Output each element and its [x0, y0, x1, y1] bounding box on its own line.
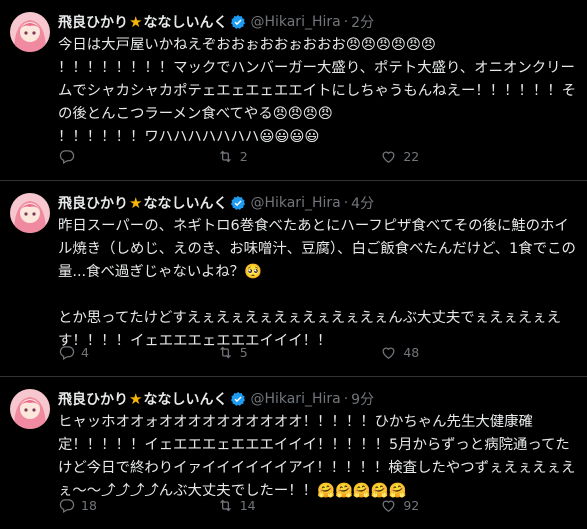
display-name-suffix[interactable]: ななしいんく — [143, 389, 227, 409]
tweet-header: 飛良ひかり ★ ななしいんく @Hikari_Hira · 2分 — [58, 12, 577, 32]
retweet-button[interactable]: 5 — [217, 344, 381, 361]
separator-dot: · — [343, 195, 349, 211]
like-count: 48 — [403, 345, 420, 360]
tweet-header: 飛良ひかり ★ ななしいんく @Hikari_Hira · 9分 — [58, 389, 577, 409]
like-button[interactable]: 22 — [380, 148, 547, 165]
tweet-actions: 18 14 92 — [58, 497, 547, 514]
tweet-actions: 4 5 48 — [58, 344, 547, 361]
user-handle[interactable]: @Hikari_Hira — [250, 391, 340, 407]
reply-icon — [59, 346, 75, 361]
display-name[interactable]: 飛良ひかり — [58, 12, 128, 32]
retweet-count: 5 — [239, 345, 248, 360]
timestamp[interactable]: 2分 — [351, 12, 374, 32]
reply-icon — [59, 150, 75, 165]
retweet-count: 2 — [239, 149, 248, 164]
display-name-suffix[interactable]: ななしいんく — [143, 12, 227, 32]
avatar[interactable] — [10, 389, 50, 429]
display-name[interactable]: 飛良ひかり — [58, 389, 128, 409]
verified-badge-icon — [230, 14, 246, 30]
reply-button[interactable] — [58, 148, 217, 165]
tweet[interactable]: 飛良ひかり ★ ななしいんく @Hikari_Hira · 9分 ヒャッホオオォ… — [0, 377, 587, 529]
heart-icon — [382, 347, 395, 359]
like-count: 22 — [403, 149, 420, 164]
display-name-suffix[interactable]: ななしいんく — [143, 193, 227, 213]
star-icon: ★ — [129, 194, 143, 212]
tweet-text: 昨日スーパーの、ネギトロ6巻食べたあとにハーフピザ食べてその後に鮭のホイル焼き（… — [58, 218, 576, 349]
like-button[interactable]: 48 — [380, 344, 547, 361]
display-name[interactable]: 飛良ひかり — [58, 193, 128, 213]
retweet-icon — [219, 150, 231, 163]
tweet[interactable]: 飛良ひかり ★ ななしいんく @Hikari_Hira · 4分 昨日スーパーの… — [0, 181, 587, 377]
timestamp[interactable]: 9分 — [351, 389, 374, 409]
tweet-actions: 2 22 — [58, 148, 547, 165]
star-icon: ★ — [129, 13, 143, 31]
reply-button[interactable]: 18 — [58, 497, 217, 514]
retweet-count: 14 — [239, 498, 256, 513]
user-handle[interactable]: @Hikari_Hira — [250, 14, 340, 30]
heart-icon — [382, 500, 395, 512]
reply-icon — [59, 499, 75, 514]
heart-icon — [382, 151, 395, 163]
separator-dot: · — [343, 391, 349, 407]
reply-button[interactable]: 4 — [58, 344, 217, 361]
reply-count: 4 — [81, 345, 89, 360]
timestamp[interactable]: 4分 — [351, 193, 374, 213]
verified-badge-icon — [230, 195, 246, 211]
star-icon: ★ — [129, 390, 143, 408]
avatar[interactable] — [10, 12, 50, 52]
tweet-text: 今日は大戸屋いかねえぞおおぉおおぉおおお😠😠😠😠😠😠 ！！！！！！！！マックでハ… — [58, 37, 577, 145]
like-button[interactable]: 92 — [380, 497, 547, 514]
like-count: 92 — [403, 498, 420, 513]
tweet-text: ヒャッホオオォオオオオオオオオオオ！！！！！ひかちゃん先生大健康確定！！！！！イ… — [58, 414, 576, 499]
tweet-header: 飛良ひかり ★ ななしいんく @Hikari_Hira · 4分 — [58, 193, 577, 213]
reply-count: 18 — [81, 498, 97, 513]
user-handle[interactable]: @Hikari_Hira — [250, 195, 340, 211]
verified-badge-icon — [230, 391, 246, 407]
separator-dot: · — [343, 14, 349, 30]
retweet-icon — [219, 346, 231, 359]
tweet[interactable]: 飛良ひかり ★ ななしいんく @Hikari_Hira · 2分 今日は大戸屋い… — [0, 0, 587, 181]
retweet-button[interactable]: 2 — [217, 148, 381, 165]
retweet-button[interactable]: 14 — [217, 497, 381, 514]
retweet-icon — [219, 499, 231, 512]
avatar[interactable] — [10, 193, 50, 233]
